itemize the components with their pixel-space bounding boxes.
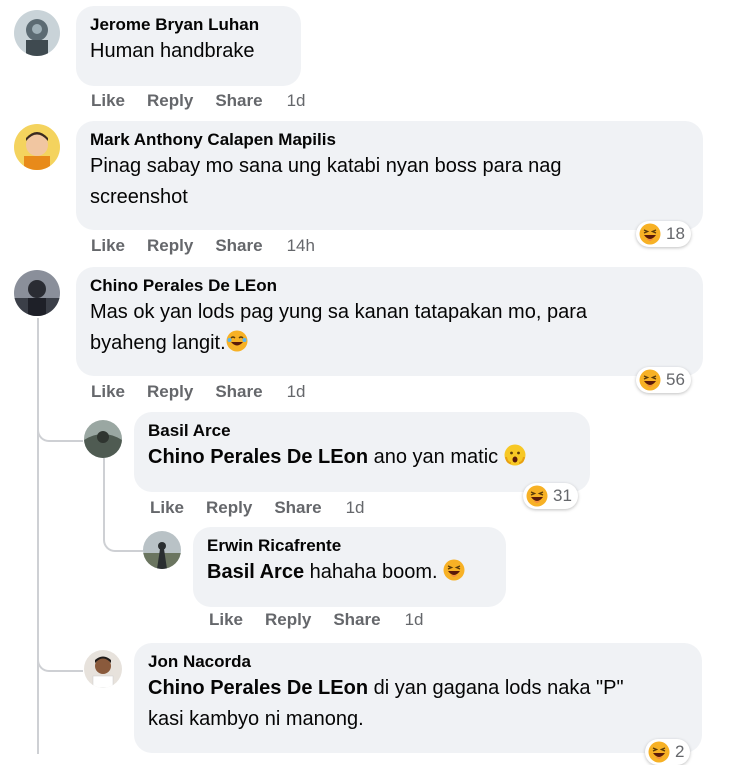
avatar-jerome[interactable] <box>14 10 60 56</box>
comment-text: byaheng langit. <box>90 332 226 354</box>
reply-button[interactable]: Reply <box>147 91 193 110</box>
comment-timestamp[interactable]: 14h <box>287 236 315 255</box>
comment-text: ano yan matic <box>373 446 499 468</box>
mention-link[interactable]: Basil Arce <box>207 561 304 583</box>
haha-emoji-icon <box>648 741 670 763</box>
haha-emoji-icon <box>526 485 548 507</box>
comment-timestamp[interactable]: 1d <box>346 498 365 517</box>
comment-text-line: Basil Arce hahaha boom. <box>207 557 492 588</box>
like-button[interactable]: Like <box>91 236 125 255</box>
reaction-count-basil[interactable]: 31 <box>523 483 578 509</box>
like-button[interactable]: Like <box>209 610 243 629</box>
comment-text-line: Chino Perales De LEon ano yan matic <box>148 442 576 473</box>
mention-link[interactable]: Chino Perales De LEon <box>148 446 368 468</box>
comment-bubble-jerome: Jerome Bryan Luhan Human handbrake <box>76 6 301 86</box>
comment-author[interactable]: Basil Arce <box>148 420 576 442</box>
mention-link[interactable]: Chino Perales De LEon <box>148 677 368 699</box>
thread-line-branch-basil <box>37 418 83 442</box>
share-button[interactable]: Share <box>274 498 321 517</box>
comment-text-line: Mas ok yan lods pag yung sa kanan tatapa… <box>90 301 587 323</box>
comment-timestamp[interactable]: 1d <box>405 610 424 629</box>
avatar-chino[interactable] <box>14 270 60 316</box>
comment-timestamp[interactable]: 1d <box>287 91 306 110</box>
reaction-count-jon[interactable]: 2 <box>645 739 691 765</box>
haha-emoji-icon <box>443 559 465 581</box>
reaction-count-chino[interactable]: 56 <box>636 367 691 393</box>
like-button[interactable]: Like <box>91 91 125 110</box>
share-button[interactable]: Share <box>333 610 380 629</box>
reply-bubble-basil: Basil Arce Chino Perales De LEon ano yan… <box>134 412 590 492</box>
comment-text-line: Chino Perales De LEon di yan gagana lods… <box>148 673 688 704</box>
comment-author[interactable]: Jerome Bryan Luhan <box>90 14 287 36</box>
reaction-count: 2 <box>675 742 685 761</box>
reaction-count: 18 <box>666 224 685 243</box>
comment-text-line: screenshot <box>90 186 188 208</box>
comment-actions: Like Reply Share 1d <box>91 382 328 402</box>
avatar-erwin[interactable] <box>143 531 181 569</box>
comment-text: di yan gagana lods naka "P" <box>373 677 624 699</box>
reaction-count: 56 <box>666 370 685 389</box>
comment-author[interactable]: Jon Nacorda <box>148 651 688 673</box>
comment-actions: Like Reply Share 1d <box>150 498 387 518</box>
comment-author[interactable]: Chino Perales De LEon <box>90 275 689 297</box>
thread-line-branch-erwin <box>103 528 143 552</box>
reply-button[interactable]: Reply <box>265 610 311 629</box>
comment-bubble-chino: Chino Perales De LEon Mas ok yan lods pa… <box>76 267 703 376</box>
reply-button[interactable]: Reply <box>147 382 193 401</box>
astonished-emoji-icon <box>504 444 526 466</box>
comment-text-line: Pinag sabay mo sana ung katabi nyan boss… <box>90 155 562 177</box>
comment-author[interactable]: Mark Anthony Calapen Mapilis <box>90 129 689 151</box>
comment-bubble-mark: Mark Anthony Calapen Mapilis Pinag sabay… <box>76 121 703 230</box>
reply-button[interactable]: Reply <box>206 498 252 517</box>
reply-bubble-erwin: Erwin Ricafrente Basil Arce hahaha boom. <box>193 527 506 607</box>
thread-line-basil <box>103 458 105 538</box>
thread-line-branch-jon <box>37 648 83 672</box>
share-button[interactable]: Share <box>215 91 262 110</box>
like-button[interactable]: Like <box>150 498 184 517</box>
laughing-emoji-icon <box>226 330 248 352</box>
share-button[interactable]: Share <box>215 236 262 255</box>
haha-emoji-icon <box>639 223 661 245</box>
avatar-mark[interactable] <box>14 124 60 170</box>
comment-actions: Like Reply Share 1d <box>209 610 446 630</box>
reply-bubble-jon: Jon Nacorda Chino Perales De LEon di yan… <box>134 643 702 753</box>
avatar-basil[interactable] <box>84 420 122 458</box>
comment-actions: Like Reply Share 14h <box>91 236 337 256</box>
comment-timestamp[interactable]: 1d <box>287 382 306 401</box>
comment-actions: Like Reply Share 1d <box>91 91 328 111</box>
comment-text: Human handbrake <box>90 40 255 62</box>
comment-text-line: byaheng langit. <box>90 328 689 359</box>
like-button[interactable]: Like <box>91 382 125 401</box>
comment-text: hahaha boom. <box>309 561 438 583</box>
comment-text-line: kasi kambyo ni manong. <box>148 708 364 730</box>
comment-author[interactable]: Erwin Ricafrente <box>207 535 492 557</box>
haha-emoji-icon <box>639 369 661 391</box>
avatar-jon[interactable] <box>84 650 122 688</box>
share-button[interactable]: Share <box>215 382 262 401</box>
reply-button[interactable]: Reply <box>147 236 193 255</box>
thread-line-main <box>37 318 39 754</box>
reaction-count: 31 <box>553 486 572 505</box>
reaction-count-mark[interactable]: 18 <box>636 221 691 247</box>
